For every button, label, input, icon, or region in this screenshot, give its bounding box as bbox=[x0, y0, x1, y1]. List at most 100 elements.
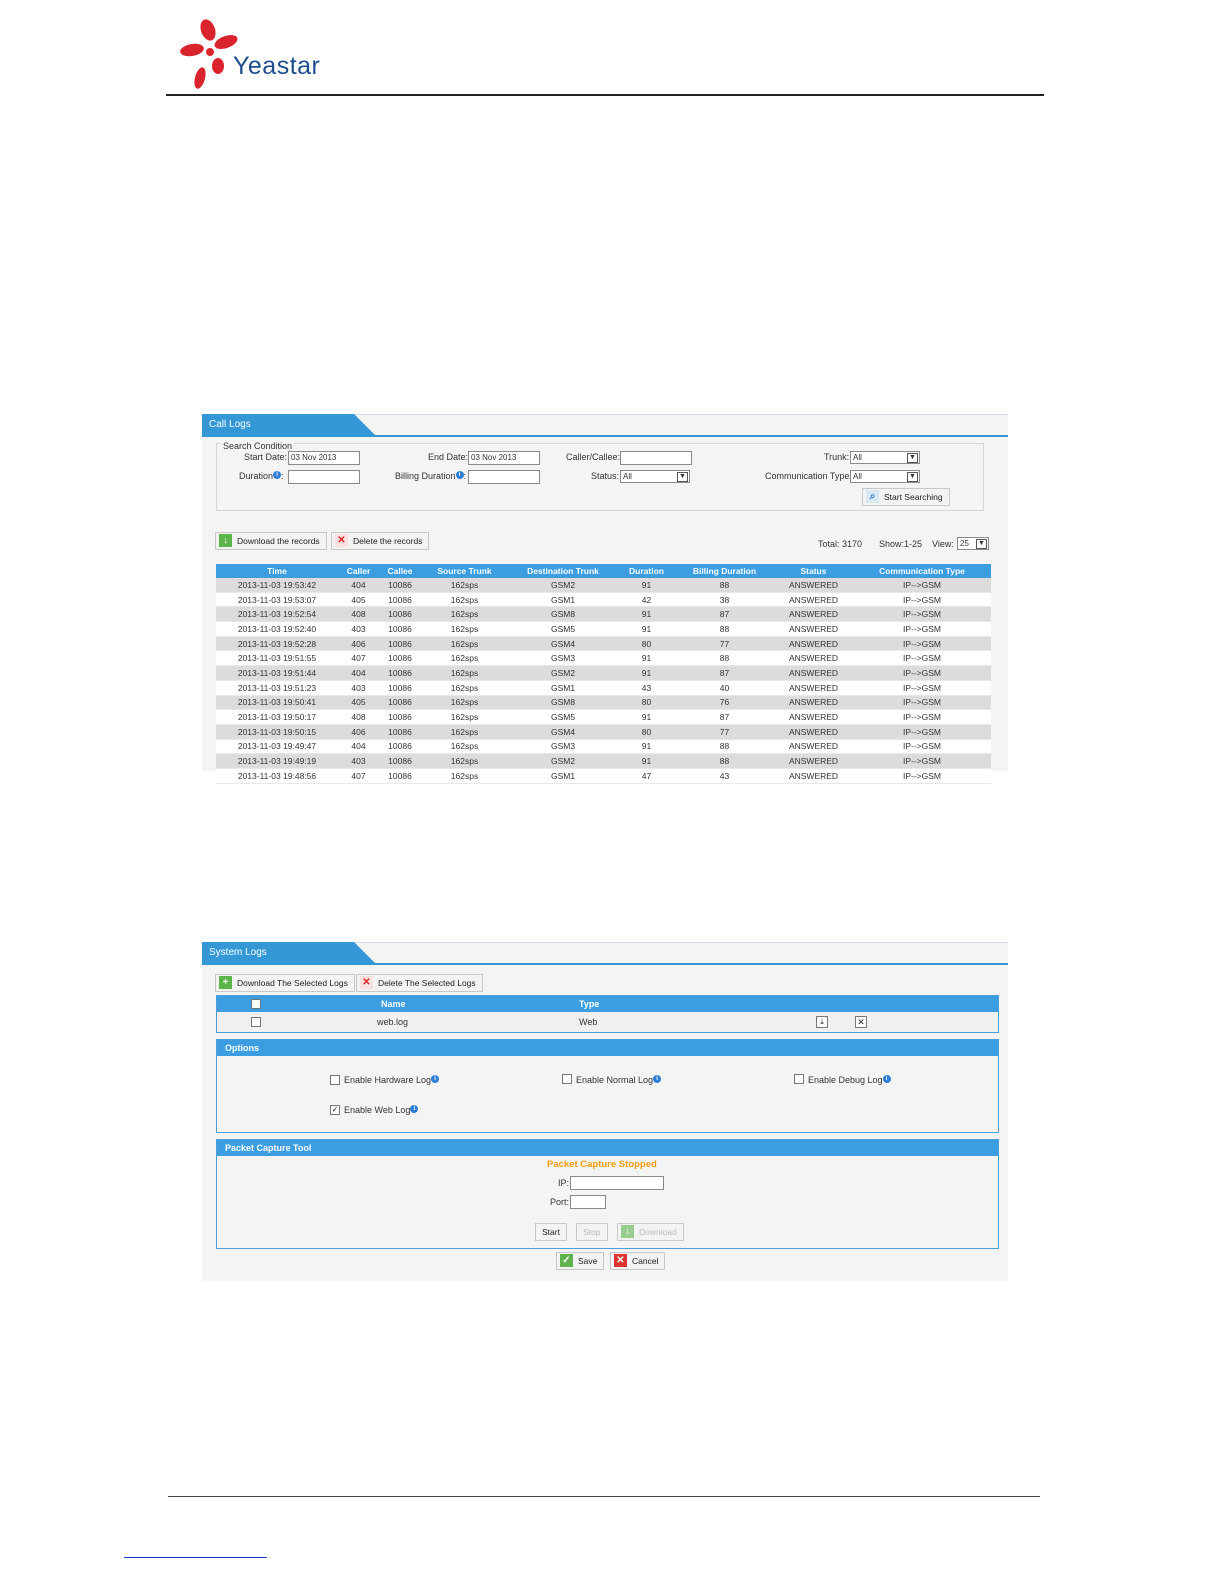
info-icon[interactable]: i bbox=[455, 471, 464, 479]
delete-icon[interactable]: ✕ bbox=[855, 1016, 867, 1028]
download-capture-button[interactable]: ↓ Download bbox=[617, 1223, 684, 1241]
ip-input[interactable] bbox=[570, 1176, 664, 1190]
table-cell: 2013-11-03 19:53:07 bbox=[216, 592, 338, 608]
column-header[interactable]: Time bbox=[216, 564, 338, 578]
system-logs-tab[interactable]: System Logs bbox=[202, 942, 376, 964]
table-cell: 87 bbox=[675, 709, 774, 725]
download-selected-logs-button[interactable]: + Download The Selected Logs bbox=[215, 974, 355, 992]
enable-debug-log-label: Enable Debug Log i bbox=[808, 1075, 891, 1085]
table-cell: 80 bbox=[618, 636, 675, 652]
table-cell: 10086 bbox=[379, 753, 421, 769]
table-cell: 88 bbox=[675, 753, 774, 769]
info-icon[interactable]: i bbox=[273, 471, 282, 479]
table-row: 2013-11-03 19:52:40 403 10086 162sps GSM5 91 8… bbox=[216, 621, 991, 637]
status-select[interactable]: All ▼ bbox=[620, 470, 690, 483]
system-logs-table: Name Type web.log Web ⤓ ✕ bbox=[216, 995, 999, 1033]
port-input[interactable] bbox=[570, 1195, 606, 1209]
enable-web-log-checkbox[interactable]: ✓ bbox=[330, 1105, 340, 1115]
download-icon[interactable]: ⤓ bbox=[816, 1016, 828, 1028]
communication-type-select[interactable]: All ▼ bbox=[850, 470, 920, 483]
table-cell: 406 bbox=[338, 636, 379, 652]
column-header[interactable]: Billing Duration bbox=[675, 564, 774, 578]
search-icon: ⌕ bbox=[866, 490, 879, 503]
view-label: View: bbox=[932, 539, 954, 549]
view-select[interactable]: 25 ▼ bbox=[957, 537, 989, 550]
column-header[interactable]: Duration bbox=[618, 564, 675, 578]
download-records-label: Download the records bbox=[237, 536, 320, 546]
communication-type-label: Communication Type: bbox=[765, 471, 852, 481]
table-cell: 10086 bbox=[379, 768, 421, 784]
table-cell: 10086 bbox=[379, 724, 421, 740]
table-cell: ANSWERED bbox=[774, 739, 853, 755]
end-date-input[interactable]: 03 Nov 2013 bbox=[468, 451, 540, 465]
options-header: Options bbox=[217, 1040, 998, 1056]
table-cell: 2013-11-03 19:49:47 bbox=[216, 739, 338, 755]
chevron-down-icon: ▼ bbox=[677, 472, 688, 482]
table-cell: 47 bbox=[618, 768, 675, 784]
cancel-label: Cancel bbox=[632, 1256, 659, 1266]
close-icon: ✕ bbox=[614, 1254, 627, 1267]
save-button[interactable]: ✓ Save bbox=[556, 1252, 605, 1270]
table-row: 2013-11-03 19:51:55 407 10086 162sps GSM3 91 8… bbox=[216, 650, 991, 667]
table-cell: 91 bbox=[618, 606, 675, 623]
enable-normal-log-label: Enable Normal Log i bbox=[576, 1075, 662, 1085]
column-header[interactable]: Destination Trunk bbox=[508, 564, 618, 578]
enable-debug-log-checkbox[interactable] bbox=[794, 1074, 804, 1084]
start-date-input[interactable]: 03 Nov 2013 bbox=[288, 451, 360, 465]
table-cell: 88 bbox=[675, 621, 774, 637]
table-cell: 2013-11-03 19:53:42 bbox=[216, 578, 338, 593]
column-header[interactable]: Status bbox=[774, 564, 853, 578]
info-icon[interactable]: i bbox=[410, 1105, 419, 1113]
table-cell: GSM5 bbox=[508, 709, 618, 725]
table-cell: GSM8 bbox=[508, 606, 618, 623]
stop-capture-button[interactable]: Stop bbox=[576, 1223, 608, 1241]
enable-hardware-log-checkbox[interactable] bbox=[330, 1075, 340, 1085]
table-cell: 10086 bbox=[379, 695, 421, 711]
column-header[interactable]: Source Trunk bbox=[421, 564, 508, 578]
table-cell: ANSWERED bbox=[774, 695, 853, 711]
table-cell: 91 bbox=[618, 578, 675, 593]
table-cell: 2013-11-03 19:50:17 bbox=[216, 709, 338, 725]
row-checkbox[interactable] bbox=[251, 1017, 261, 1027]
table-cell: GSM1 bbox=[508, 680, 618, 696]
column-header[interactable]: Communication Type bbox=[853, 564, 991, 578]
table-cell: 2013-11-03 19:52:40 bbox=[216, 621, 338, 637]
select-all-checkbox[interactable] bbox=[251, 999, 261, 1009]
column-header[interactable]: Caller bbox=[338, 564, 379, 578]
table-cell: 162sps bbox=[421, 650, 508, 667]
start-searching-button[interactable]: ⌕ Start Searching bbox=[862, 488, 950, 506]
table-row: 2013-11-03 19:51:44 404 10086 162sps GSM2 91 8… bbox=[216, 665, 991, 681]
table-cell: 87 bbox=[675, 665, 774, 681]
download-records-button[interactable]: ↓ Download the records bbox=[215, 532, 327, 550]
table-cell: 80 bbox=[618, 724, 675, 740]
table-cell: 2013-11-03 19:51:44 bbox=[216, 665, 338, 681]
duration-input[interactable] bbox=[288, 470, 360, 484]
caller-callee-input[interactable] bbox=[620, 451, 692, 465]
enable-normal-log-checkbox[interactable] bbox=[562, 1074, 572, 1084]
table-cell: ANSWERED bbox=[774, 636, 853, 652]
table-cell: 162sps bbox=[421, 606, 508, 623]
info-icon[interactable]: i bbox=[653, 1075, 662, 1083]
cancel-button[interactable]: ✕ Cancel bbox=[610, 1252, 666, 1270]
communication-type-value: All bbox=[853, 472, 862, 481]
delete-selected-logs-button[interactable]: ✕ Delete The Selected Logs bbox=[356, 974, 483, 992]
delete-records-button[interactable]: ✕ Delete the records bbox=[331, 532, 430, 550]
call-logs-tab[interactable]: Call Logs bbox=[202, 414, 376, 436]
billing-duration-input[interactable] bbox=[468, 470, 540, 484]
table-cell: GSM5 bbox=[508, 621, 618, 637]
enable-hardware-log-text: Enable Hardware Log bbox=[344, 1075, 432, 1085]
table-cell: 88 bbox=[675, 578, 774, 593]
info-icon[interactable]: i bbox=[431, 1075, 440, 1083]
info-icon[interactable]: i bbox=[882, 1075, 891, 1083]
table-cell: 42 bbox=[618, 592, 675, 608]
table-cell: IP-->GSM bbox=[853, 753, 991, 769]
download-icon: ↓ bbox=[219, 534, 232, 547]
table-cell: 88 bbox=[675, 650, 774, 667]
table-cell: 10086 bbox=[379, 709, 421, 725]
table-cell: ANSWERED bbox=[774, 768, 853, 784]
column-header[interactable]: Callee bbox=[379, 564, 421, 578]
download-capture-label: Download bbox=[639, 1227, 677, 1237]
start-capture-button[interactable]: Start bbox=[535, 1223, 567, 1241]
table-cell: 10086 bbox=[379, 739, 421, 755]
trunk-select[interactable]: All ▼ bbox=[850, 451, 920, 464]
